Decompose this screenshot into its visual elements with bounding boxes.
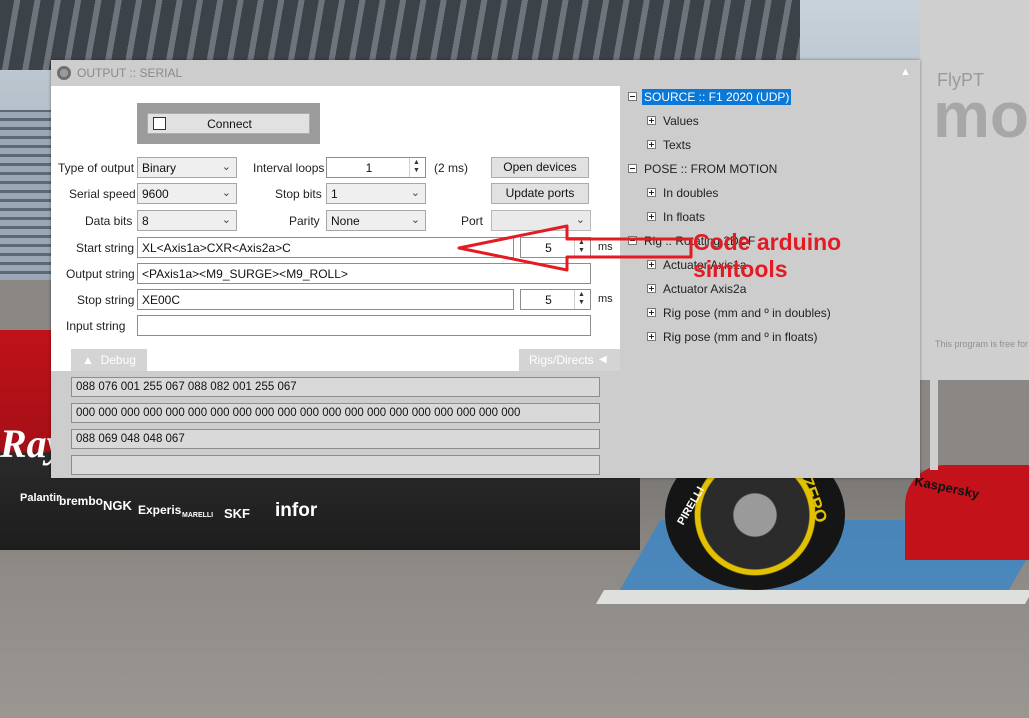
stop-bits-select[interactable]: 1 ⌄ xyxy=(326,183,426,204)
pit-lane-white-stripe xyxy=(595,590,1029,604)
data-bits-select[interactable]: 8 ⌄ xyxy=(137,210,237,231)
debug-line: 088 069 048 048 067 xyxy=(71,429,600,449)
interval-loops-value: 1 xyxy=(365,161,373,175)
debug-tab[interactable]: ▲ Debug xyxy=(71,349,147,371)
stop-string-input[interactable]: XE00C xyxy=(137,289,514,310)
spin-up-icon[interactable]: ▲ xyxy=(578,291,585,298)
chevron-down-icon: ⌄ xyxy=(410,214,420,226)
serial-speed-select[interactable]: 9600 ⌄ xyxy=(137,183,237,204)
flypt-note: This program is free for xyxy=(935,339,1029,349)
input-string-input[interactable] xyxy=(137,315,591,336)
connect-frame: Connect xyxy=(137,103,320,144)
output-string-value: <PAxis1a><M9_SURGE><M9_ROLL> xyxy=(142,267,348,281)
debug-line-text: 088 069 048 048 067 xyxy=(76,433,185,445)
tree-node-label: Rig pose (mm and º in doubles) xyxy=(663,306,831,320)
spin-down-icon[interactable]: ▼ xyxy=(578,299,585,306)
debug-line: 000 000 000 000 000 000 000 000 000 000 … xyxy=(71,403,600,423)
update-ports-button[interactable]: Update ports xyxy=(491,183,589,204)
input-string-label: Input string xyxy=(66,319,126,333)
tree-node-label: In doubles xyxy=(663,186,719,200)
debug-line: 088 076 001 255 067 088 082 001 255 067 xyxy=(71,377,600,397)
flypt-big-text: mo xyxy=(933,79,1029,151)
open-devices-button[interactable]: Open devices xyxy=(491,157,589,178)
type-of-output-value: Binary xyxy=(142,161,177,175)
app-icon xyxy=(57,66,71,80)
serial-speed-value: 9600 xyxy=(142,187,169,201)
stop-string-label: Stop string xyxy=(77,293,135,307)
serial-speed-label: Serial speed xyxy=(69,187,136,201)
rigs-directs-tab-label: Rigs/Directs xyxy=(529,353,594,367)
expand-icon[interactable] xyxy=(647,284,656,293)
parity-value: None xyxy=(331,214,360,228)
connect-button[interactable]: Connect xyxy=(147,113,310,134)
type-of-output-select[interactable]: Binary ⌄ xyxy=(137,157,237,178)
window-titlebar[interactable]: OUTPUT :: SERIAL ▲ xyxy=(51,60,920,86)
parity-select[interactable]: None ⌄ xyxy=(326,210,426,231)
stop-string-value: XE00C xyxy=(142,293,181,307)
sponsor-palantir: Palantir xyxy=(20,492,61,504)
collapse-up-icon[interactable]: ▲ xyxy=(900,66,911,78)
debug-area: 088 076 001 255 067 088 082 001 255 067 … xyxy=(51,371,620,478)
interval-loops-spinner[interactable]: 1 ▲ ▼ xyxy=(326,157,426,178)
connect-label: Connect xyxy=(207,117,252,131)
tree-node-label: Texts xyxy=(663,138,692,152)
debug-line-text: 000 000 000 000 000 000 000 000 000 000 … xyxy=(76,407,521,419)
collapse-icon[interactable] xyxy=(628,92,637,101)
sponsor-marelli: MARELLI xyxy=(182,512,214,519)
spinner-arrows[interactable]: ▲ ▼ xyxy=(574,290,590,309)
rigs-directs-tab[interactable]: Rigs/Directs ◀ xyxy=(519,349,620,371)
flypt-panel-post xyxy=(930,380,938,470)
chevron-down-icon: ⌄ xyxy=(221,214,231,226)
sponsor-infor: infor xyxy=(275,500,318,521)
expand-icon[interactable] xyxy=(647,212,656,221)
start-string-value: XL<Axis1a>CXR<Axis2a>C xyxy=(142,241,291,255)
data-bits-value: 8 xyxy=(142,214,149,228)
debug-line-text: 088 076 001 255 067 088 082 001 255 067 xyxy=(76,381,297,393)
expand-icon[interactable] xyxy=(647,140,656,149)
annotation-line-1: Code arduino xyxy=(693,229,842,255)
type-of-output-label: Type of output xyxy=(58,161,135,175)
chevron-up-icon: ▲ xyxy=(82,353,94,367)
parity-label: Parity xyxy=(289,214,320,228)
expand-icon[interactable] xyxy=(647,188,656,197)
start-string-label: Start string xyxy=(76,241,135,255)
stop-delay-value: 5 xyxy=(545,293,552,307)
chevron-left-icon: ◀ xyxy=(599,354,607,365)
sponsor-skf: SKF xyxy=(224,506,250,521)
stop-bits-value: 1 xyxy=(331,187,338,201)
tree-node-label: Rig pose (mm and º in floats) xyxy=(663,330,818,344)
annotation-text: Code arduino simtools xyxy=(693,229,841,283)
interval-loops-unit: (2 ms) xyxy=(434,161,468,175)
tree-node-label: Actuator Axis2a xyxy=(663,282,747,296)
interval-loops-label: Interval loops xyxy=(253,161,325,175)
tree-node-label: Values xyxy=(663,114,699,128)
sponsor-experis: Experis xyxy=(138,503,182,517)
sponsor-brembo: brembo xyxy=(59,494,104,508)
serial-settings-panel: Connect Type of output Binary ⌄ Interval… xyxy=(51,86,620,478)
spinner-arrows[interactable]: ▲ ▼ xyxy=(409,158,425,177)
expand-icon[interactable] xyxy=(647,308,656,317)
spin-down-icon[interactable]: ▼ xyxy=(413,167,420,174)
stop-delay-unit: ms xyxy=(598,293,613,305)
flypt-splash-panel xyxy=(920,0,1029,380)
stop-delay-spinner[interactable]: 5 ▲ ▼ xyxy=(520,289,591,310)
collapse-icon[interactable] xyxy=(628,164,637,173)
chevron-down-icon: ⌄ xyxy=(221,161,231,173)
chevron-down-icon: ⌄ xyxy=(410,187,420,199)
tree-node-label: SOURCE :: F1 2020 (UDP) xyxy=(642,89,792,105)
output-string-label: Output string xyxy=(66,267,135,281)
debug-tab-label: Debug xyxy=(100,353,136,367)
spin-up-icon[interactable]: ▲ xyxy=(413,159,420,166)
debug-line xyxy=(71,455,600,475)
data-bits-label: Data bits xyxy=(85,214,133,228)
annotation-arrow xyxy=(457,224,693,272)
stop-bits-label: Stop bits xyxy=(275,187,322,201)
tree-node-label: POSE :: FROM MOTION xyxy=(644,162,778,176)
chevron-down-icon: ⌄ xyxy=(221,187,231,199)
sponsor-ngk: NGK xyxy=(103,498,132,513)
expand-icon[interactable] xyxy=(647,116,656,125)
expand-icon[interactable] xyxy=(647,332,656,341)
annotation-line-2: simtools xyxy=(693,256,788,282)
window-title: OUTPUT :: SERIAL xyxy=(77,66,183,80)
